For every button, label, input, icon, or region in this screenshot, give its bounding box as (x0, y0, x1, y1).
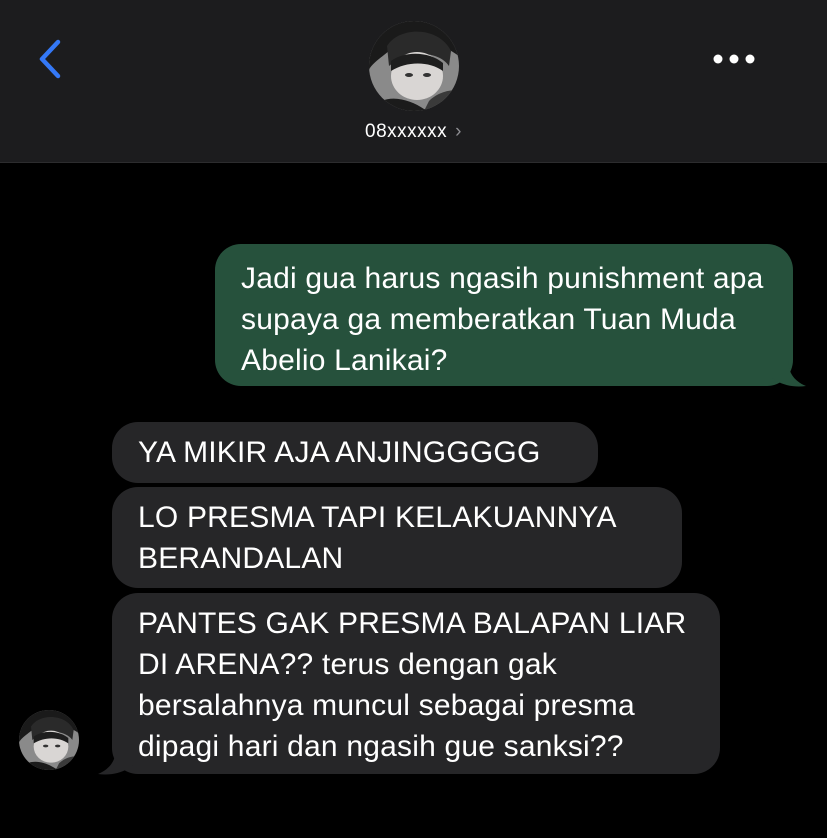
bubble-tail-outgoing (770, 360, 806, 387)
conversation-header: 08xxxxxx › (0, 0, 827, 163)
message-bubble-outgoing[interactable]: Jadi gua harus ngasih punishment apa sup… (215, 244, 793, 386)
message-bubble-incoming[interactable]: YA MIKIR AJA ANJINGGGGG (112, 422, 598, 483)
more-options-button[interactable] (706, 44, 766, 74)
chevron-left-icon (39, 39, 61, 79)
message-text: LO PRESMA TAPI KELAKUANNYA BERANDALAN (138, 501, 616, 575)
message-bubble-incoming[interactable]: LO PRESMA TAPI KELAKUANNYA BERANDALAN (112, 487, 682, 588)
message-bubble-incoming[interactable]: PANTES GAK PRESMA BALAPAN LIAR DI ARENA?… (112, 593, 720, 774)
sender-avatar[interactable] (19, 710, 79, 770)
contact-name[interactable]: 08xxxxxx › (0, 121, 827, 143)
chevron-right-icon: › (455, 121, 462, 142)
avatar-photo (369, 21, 459, 111)
contact-name-label: 08xxxxxx (365, 121, 448, 142)
ellipsis-icon (713, 54, 755, 64)
bubble-tail-incoming (98, 748, 134, 775)
message-text: Jadi gua harus ngasih punishment apa sup… (241, 262, 764, 377)
back-button[interactable] (32, 36, 72, 82)
avatar-photo (19, 710, 79, 770)
contact-avatar[interactable] (369, 21, 459, 111)
message-text: YA MIKIR AJA ANJINGGGGG (138, 436, 541, 469)
message-text: PANTES GAK PRESMA BALAPAN LIAR DI ARENA?… (138, 607, 687, 763)
